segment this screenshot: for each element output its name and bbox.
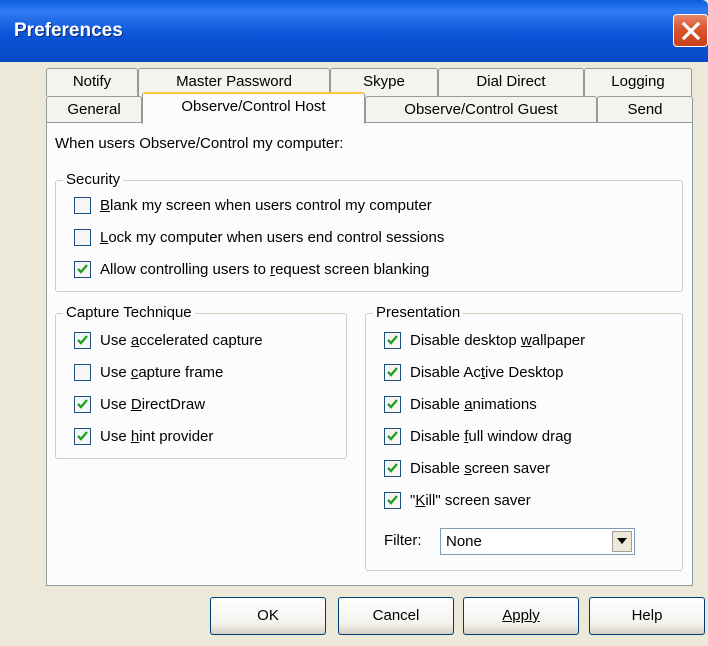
capture-legend: Capture Technique xyxy=(63,304,195,321)
checkbox-capture-frame[interactable]: Use capture frame xyxy=(74,363,334,383)
checkbox-disable-active-desktop[interactable]: Disable Active Desktop xyxy=(384,363,674,383)
checkmark-icon xyxy=(77,431,88,441)
tab-label: Skype xyxy=(363,73,405,90)
checkbox-disable-wallpaper[interactable]: Disable desktop wallpaper xyxy=(384,331,674,351)
checkbox[interactable] xyxy=(74,332,91,349)
checkbox-label: "Kill" screen saver xyxy=(410,492,531,509)
checkbox[interactable] xyxy=(384,428,401,445)
close-button[interactable] xyxy=(673,14,708,47)
tab-label: Master Password xyxy=(176,73,292,90)
close-icon xyxy=(681,21,701,41)
checkbox[interactable] xyxy=(74,364,91,381)
checkmark-icon xyxy=(387,495,398,505)
checkmark-icon xyxy=(387,367,398,377)
checkbox[interactable] xyxy=(384,460,401,477)
tab-label: General xyxy=(67,101,121,118)
checkbox-directdraw[interactable]: Use DirectDraw xyxy=(74,395,334,415)
tab-dial-direct[interactable]: Dial Direct xyxy=(438,68,584,96)
tab-general[interactable]: General xyxy=(46,96,142,123)
checkmark-icon xyxy=(387,399,398,409)
preferences-dialog: Preferences Notify Master Password Skype… xyxy=(0,0,708,646)
tab-observe-control-host[interactable]: Observe/Control Host xyxy=(142,92,365,124)
help-label: Help xyxy=(631,607,663,624)
checkbox[interactable] xyxy=(74,229,91,246)
checkbox-label: Lock my computer when users end control … xyxy=(100,229,445,246)
filter-select[interactable]: None xyxy=(440,528,635,555)
checkbox-lock-computer[interactable]: Lock my computer when users end control … xyxy=(74,228,514,248)
checkbox-label: Use DirectDraw xyxy=(100,396,206,413)
apply-button[interactable]: Apply xyxy=(463,597,579,635)
tab-label: Notify xyxy=(72,73,112,90)
checkbox[interactable] xyxy=(384,364,401,381)
tab-logging[interactable]: Logging xyxy=(584,68,692,96)
tab-label: Send xyxy=(627,101,663,118)
tab-observe-control-guest[interactable]: Observe/Control Guest xyxy=(365,96,597,123)
dropdown-button[interactable] xyxy=(612,531,632,552)
tab-label: Logging xyxy=(611,73,665,90)
checkbox-label: Blank my screen when users control my co… xyxy=(100,197,432,214)
checkbox-label: Disable desktop wallpaper xyxy=(410,332,586,349)
checkmark-icon xyxy=(387,463,398,473)
checkbox-disable-animations[interactable]: Disable animations xyxy=(384,395,674,415)
checkbox-label: Allow controlling users to request scree… xyxy=(100,261,430,278)
filter-label: Filter: xyxy=(384,532,422,549)
security-legend: Security xyxy=(63,171,124,188)
tab-label: Dial Direct xyxy=(476,73,546,90)
checkbox-label: Disable screen saver xyxy=(410,460,551,477)
checkbox-label: Use hint provider xyxy=(100,428,214,445)
checkmark-icon xyxy=(77,335,88,345)
help-button[interactable]: Help xyxy=(589,597,705,635)
checkmark-icon xyxy=(77,264,88,274)
apply-label: Apply xyxy=(502,607,540,624)
checkbox-label: Disable animations xyxy=(410,396,537,413)
checkbox-accelerated-capture[interactable]: Use accelerated capture xyxy=(74,331,334,351)
checkmark-icon xyxy=(77,399,88,409)
checkmark-icon xyxy=(387,431,398,441)
intro-text: When users Observe/Control my computer: xyxy=(55,135,344,152)
checkbox[interactable] xyxy=(74,261,91,278)
checkbox-blank-screen[interactable]: Blank my screen when users control my co… xyxy=(74,196,514,216)
checkbox[interactable] xyxy=(74,396,91,413)
tab-label: Observe/Control Guest xyxy=(404,101,558,118)
checkbox[interactable] xyxy=(384,492,401,509)
checkbox-label: Use capture frame xyxy=(100,364,224,381)
filter-select-value: None xyxy=(446,533,482,550)
checkbox-hint-provider[interactable]: Use hint provider xyxy=(74,427,334,447)
checkmark-icon xyxy=(387,335,398,345)
tab-send[interactable]: Send xyxy=(597,96,693,123)
checkbox-disable-screen-saver[interactable]: Disable screen saver xyxy=(384,459,674,479)
window-title: Preferences xyxy=(14,20,123,41)
checkbox-label: Disable Active Desktop xyxy=(410,364,564,381)
checkbox[interactable] xyxy=(384,396,401,413)
ok-button[interactable]: OK xyxy=(210,597,326,635)
tab-label: Observe/Control Host xyxy=(181,98,326,115)
title-bar[interactable]: Preferences xyxy=(0,0,708,62)
checkbox-kill-screen-saver[interactable]: "Kill" screen saver xyxy=(384,491,674,511)
checkbox-request-blanking[interactable]: Allow controlling users to request scree… xyxy=(74,260,514,280)
cancel-button[interactable]: Cancel xyxy=(338,597,454,635)
checkbox-disable-full-window-drag[interactable]: Disable full window drag xyxy=(384,427,674,447)
presentation-legend: Presentation xyxy=(373,304,464,321)
checkbox-label: Use accelerated capture xyxy=(100,332,263,349)
checkbox[interactable] xyxy=(74,428,91,445)
tab-notify[interactable]: Notify xyxy=(46,68,138,96)
checkbox-label: Disable full window drag xyxy=(410,428,572,445)
cancel-label: Cancel xyxy=(372,607,420,624)
chevron-down-icon xyxy=(617,538,627,544)
checkbox[interactable] xyxy=(74,197,91,214)
checkbox[interactable] xyxy=(384,332,401,349)
ok-label: OK xyxy=(257,607,279,624)
